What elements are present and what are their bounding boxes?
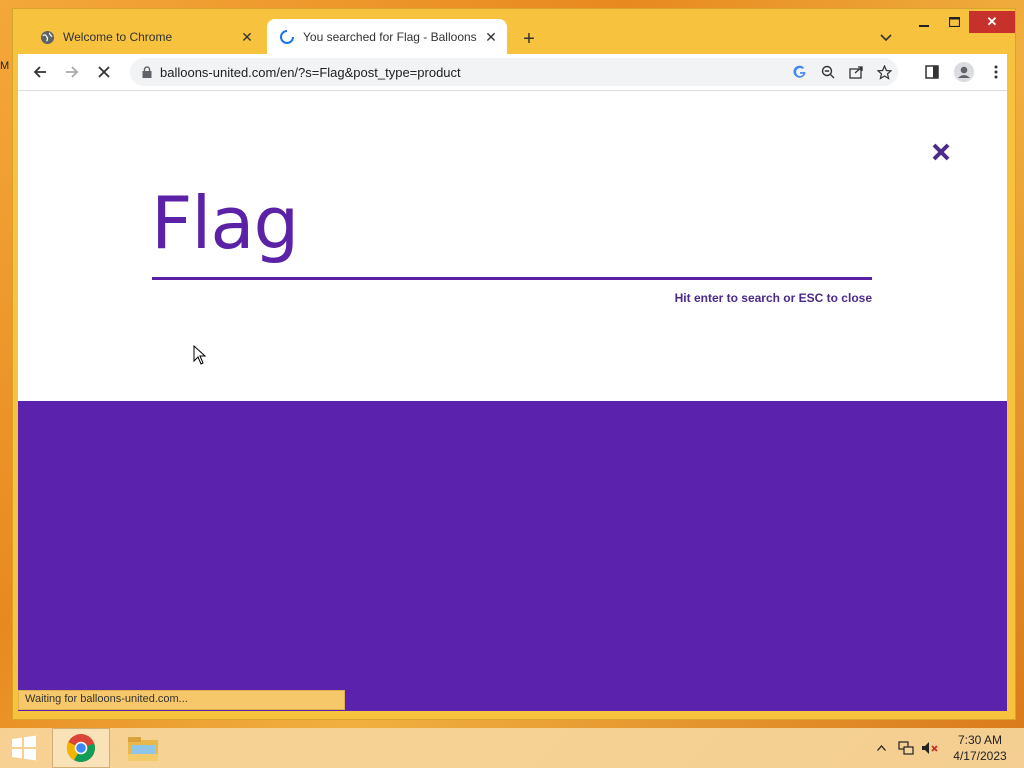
chrome-taskbar-icon[interactable]: [52, 728, 110, 768]
taskbar: 7:30 AM 4/17/2023: [0, 728, 1024, 768]
tray-chevron-icon[interactable]: [872, 728, 890, 768]
side-panel-icon[interactable]: [918, 58, 946, 86]
lock-icon[interactable]: [142, 66, 152, 78]
globe-icon: [39, 29, 55, 45]
clock-date: 4/17/2023: [953, 749, 1007, 763]
tab-search-chevron-icon[interactable]: [875, 27, 897, 49]
search-input-underline: [152, 277, 872, 280]
tab-close-icon[interactable]: ✕: [481, 27, 501, 47]
maximize-button[interactable]: [939, 11, 969, 33]
google-icon[interactable]: [786, 58, 814, 86]
status-bar: Waiting for balloons-united.com...: [18, 690, 345, 710]
stop-icon[interactable]: [90, 58, 118, 86]
close-window-button[interactable]: ✕: [969, 11, 1015, 33]
search-hint: Hit enter to search or ESC to close: [674, 291, 872, 305]
chrome-window: Welcome to Chrome ✕ You searched for Fla…: [12, 8, 1016, 720]
page-viewport: Flag Hit enter to search or ESC to close: [18, 90, 1007, 711]
back-icon[interactable]: [26, 58, 54, 86]
mouse-cursor-icon: [193, 344, 207, 370]
title-bar: Welcome to Chrome ✕ You searched for Fla…: [13, 9, 1015, 55]
new-tab-button[interactable]: +: [517, 27, 541, 51]
menu-icon[interactable]: [982, 58, 1010, 86]
share-icon[interactable]: [842, 58, 870, 86]
minimize-button[interactable]: [909, 11, 939, 33]
bookmark-star-icon[interactable]: [870, 58, 898, 86]
tab-welcome-to-chrome[interactable]: Welcome to Chrome ✕: [27, 19, 263, 55]
purple-content-band: [18, 401, 1007, 711]
file-explorer-icon[interactable]: [114, 728, 172, 768]
clock-time: 7:30 AM: [957, 733, 1003, 747]
search-close-icon[interactable]: [926, 137, 956, 167]
zoom-icon[interactable]: [814, 58, 842, 86]
windows-start-icon[interactable]: [4, 728, 44, 768]
browser-toolbar: balloons-united.com/en/?s=Flag&post_type…: [18, 54, 1007, 90]
tab-close-icon[interactable]: ✕: [237, 27, 257, 47]
desktop-edge-text: M: [0, 60, 10, 72]
url-text: balloons-united.com/en/?s=Flag&post_type…: [160, 64, 461, 80]
search-input[interactable]: Flag: [151, 181, 299, 265]
loading-spinner-icon: [279, 29, 295, 45]
profile-icon[interactable]: [950, 58, 978, 86]
tab-search-results[interactable]: You searched for Flag - Balloons ✕: [267, 19, 507, 55]
tab-title: You searched for Flag - Balloons: [303, 30, 477, 44]
system-clock[interactable]: 7:30 AM 4/17/2023: [940, 732, 1020, 764]
network-icon[interactable]: [896, 728, 916, 768]
forward-icon[interactable]: [58, 58, 86, 86]
address-bar[interactable]: balloons-united.com/en/?s=Flag&post_type…: [130, 58, 898, 86]
volume-muted-icon[interactable]: [920, 728, 940, 768]
tab-title: Welcome to Chrome: [63, 30, 173, 44]
